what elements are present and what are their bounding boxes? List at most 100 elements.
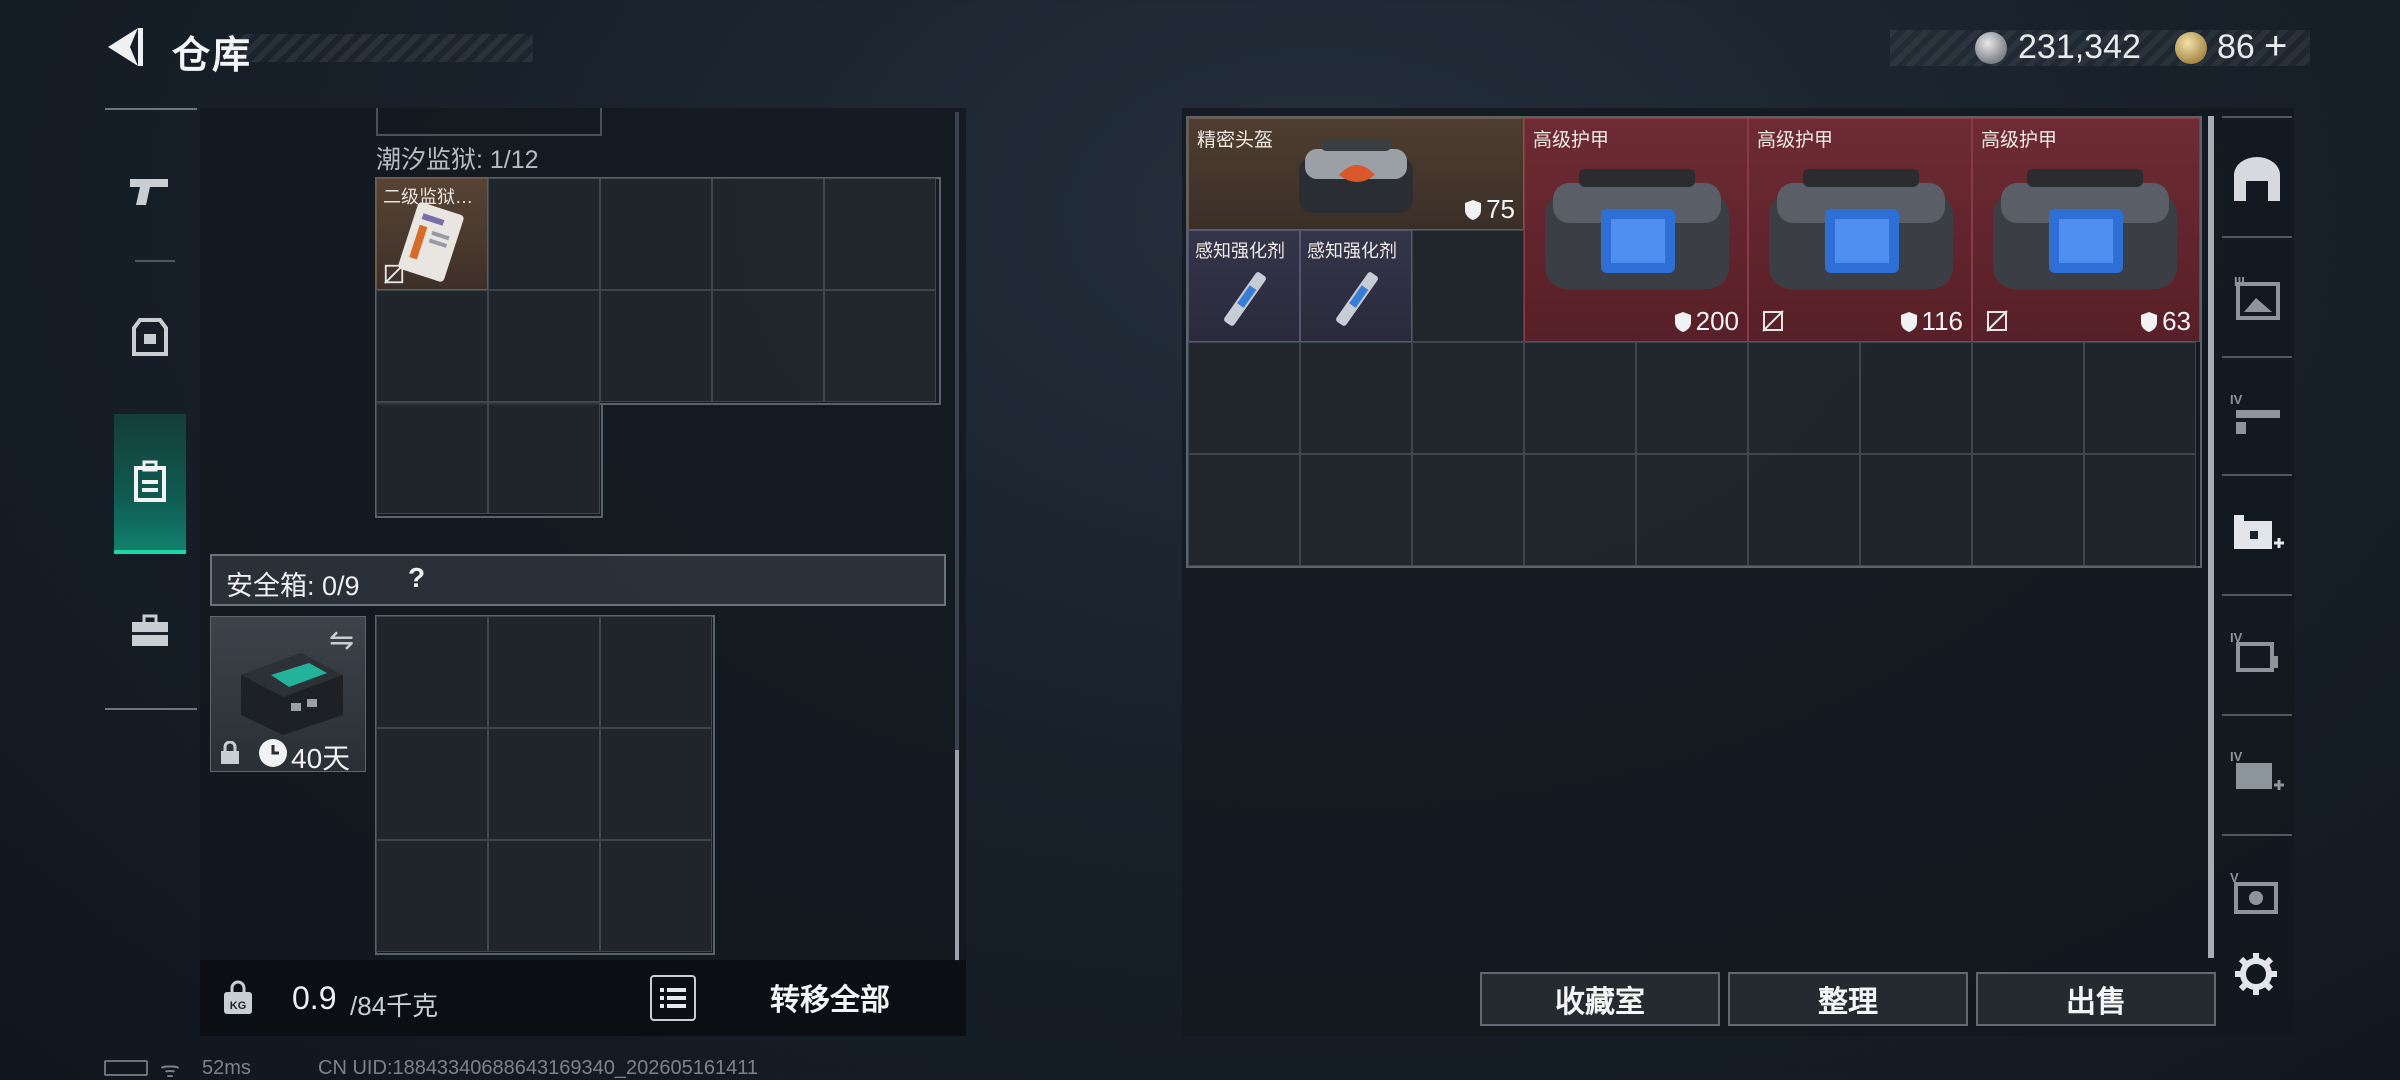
grid-cell[interactable] xyxy=(1412,230,1524,342)
grid-cell[interactable] xyxy=(600,178,712,290)
storage-item-armor[interactable]: 高级护甲 63 xyxy=(1972,118,2200,342)
grid-cell[interactable] xyxy=(488,840,600,952)
back-arrow-icon[interactable] xyxy=(100,22,150,72)
storage-item-enhancer[interactable]: 感知强化剂 xyxy=(1300,230,1412,342)
storage-item-enhancer[interactable]: 感知强化剂 xyxy=(1188,230,1300,342)
durability-value: 63 xyxy=(2162,306,2191,336)
storage-tab-main[interactable] xyxy=(2222,140,2292,220)
grid-cell[interactable] xyxy=(1300,454,1412,566)
grid-cell[interactable] xyxy=(1412,454,1524,566)
nav-weapons[interactable] xyxy=(112,126,188,256)
grid-cell[interactable] xyxy=(488,616,600,728)
durability-value: 75 xyxy=(1486,194,1515,224)
grid-cell[interactable] xyxy=(1188,454,1300,566)
grid-cell[interactable] xyxy=(1636,342,1748,454)
grid-cell[interactable] xyxy=(824,178,936,290)
grid-cell[interactable] xyxy=(1188,342,1300,454)
add-currency-button[interactable]: + xyxy=(2264,24,2287,69)
tier-label: IV xyxy=(2230,749,2243,764)
grid-cell[interactable] xyxy=(1972,342,2084,454)
title-decoration xyxy=(228,34,533,62)
storage-tab-4c[interactable]: IV xyxy=(2222,734,2292,814)
list-view-button[interactable] xyxy=(650,975,696,1021)
storage-tab-4b[interactable]: IV xyxy=(2222,614,2292,694)
swap-icon[interactable]: ⇋ xyxy=(329,623,354,658)
sell-button[interactable]: 出售 xyxy=(1976,972,2216,1026)
grid-cell[interactable] xyxy=(488,728,600,840)
grid-cell[interactable] xyxy=(2084,342,2196,454)
armor-vest-icon xyxy=(1769,169,1953,289)
weight-icon-label: KG xyxy=(230,1000,247,1012)
wifi-icon: ᯤ xyxy=(160,1057,181,1080)
grid-cell[interactable] xyxy=(488,290,600,402)
syringe-icon xyxy=(1224,272,1266,326)
nav-divider xyxy=(2222,594,2292,596)
nav-backpack[interactable] xyxy=(114,414,186,554)
nav-armor[interactable] xyxy=(112,272,188,402)
storage-tab-medical[interactable] xyxy=(2222,494,2292,574)
grid-cell[interactable] xyxy=(1748,454,1860,566)
storage-tab-3[interactable]: III xyxy=(2222,258,2292,338)
grid-cell[interactable] xyxy=(1860,454,1972,566)
collection-room-button[interactable]: 收藏室 xyxy=(1480,972,1720,1026)
grid-cell[interactable] xyxy=(712,178,824,290)
storage-tab-4a[interactable]: IV xyxy=(2222,376,2292,456)
helmet-icon xyxy=(1299,139,1413,213)
storage-scrollbar[interactable] xyxy=(2208,116,2214,958)
grid-cell[interactable] xyxy=(376,616,488,728)
item-name: 感知强化剂 xyxy=(1307,241,1397,261)
gun-rack-icon: IV xyxy=(2230,392,2280,434)
grid-cell[interactable] xyxy=(1412,342,1524,454)
grid-cell[interactable] xyxy=(600,616,712,728)
shield-icon xyxy=(1465,199,1482,220)
no-drop-icon xyxy=(1986,310,2008,332)
grid-cell[interactable] xyxy=(488,402,600,514)
grid-cell[interactable] xyxy=(712,290,824,402)
settings-gear-icon[interactable] xyxy=(2232,950,2280,998)
grid-cell[interactable] xyxy=(1636,454,1748,566)
armor-vest-icon xyxy=(132,318,168,356)
backpack-scroll-thumb[interactable] xyxy=(955,750,959,960)
grid-cell[interactable] xyxy=(600,290,712,402)
weight-max: /84千克 xyxy=(350,991,439,1021)
grid-cell[interactable] xyxy=(824,290,936,402)
storage-item-helmet[interactable]: 精密头盔 75 xyxy=(1188,118,1524,230)
battery-icon xyxy=(104,1060,148,1076)
syringe-icon xyxy=(1336,272,1378,326)
grid-cell[interactable] xyxy=(488,178,600,290)
grid-cell[interactable] xyxy=(1524,342,1636,454)
grid-cell[interactable] xyxy=(1748,342,1860,454)
grid-cell[interactable] xyxy=(376,290,488,402)
medkit-plus-icon xyxy=(2234,515,2284,549)
safe-box-item[interactable]: ⇋ 40天 xyxy=(210,616,366,774)
transfer-all-button[interactable]: 转移全部 xyxy=(720,966,940,1028)
storage-item-armor[interactable]: 高级护甲 116 xyxy=(1748,118,1972,342)
grid-cell[interactable] xyxy=(600,840,712,952)
grid-cell[interactable] xyxy=(376,840,488,952)
organize-button[interactable]: 整理 xyxy=(1728,972,1968,1026)
nav-divider xyxy=(135,260,175,262)
grid-cell[interactable] xyxy=(600,728,712,840)
grid-cell[interactable] xyxy=(1524,454,1636,566)
item-name: 精密头盔 xyxy=(1197,130,1274,151)
prison-key-item[interactable]: 二级监狱… xyxy=(376,178,488,290)
nav-divider xyxy=(105,108,197,110)
shield-icon xyxy=(1674,311,1691,332)
nav-divider xyxy=(2222,236,2292,238)
storage-item-armor[interactable]: 高级护甲 200 xyxy=(1524,118,1748,342)
grid-cell[interactable] xyxy=(2084,454,2196,566)
keycard-icon xyxy=(398,202,464,282)
grid-cell[interactable] xyxy=(1300,342,1412,454)
nav-divider xyxy=(2222,356,2292,358)
durability: 116 xyxy=(1900,306,1963,337)
nav-divider xyxy=(2222,474,2292,476)
grid-cell[interactable] xyxy=(376,728,488,840)
tier-label: III xyxy=(2234,274,2245,289)
nav-cases[interactable] xyxy=(112,566,188,696)
grid-cell[interactable] xyxy=(376,402,488,514)
grid-cell[interactable] xyxy=(1860,342,1972,454)
help-icon[interactable]: ? xyxy=(408,562,425,594)
storage-tab-5[interactable]: V xyxy=(2222,854,2292,934)
grid-cell[interactable] xyxy=(1972,454,2084,566)
nav-divider xyxy=(2222,116,2292,118)
